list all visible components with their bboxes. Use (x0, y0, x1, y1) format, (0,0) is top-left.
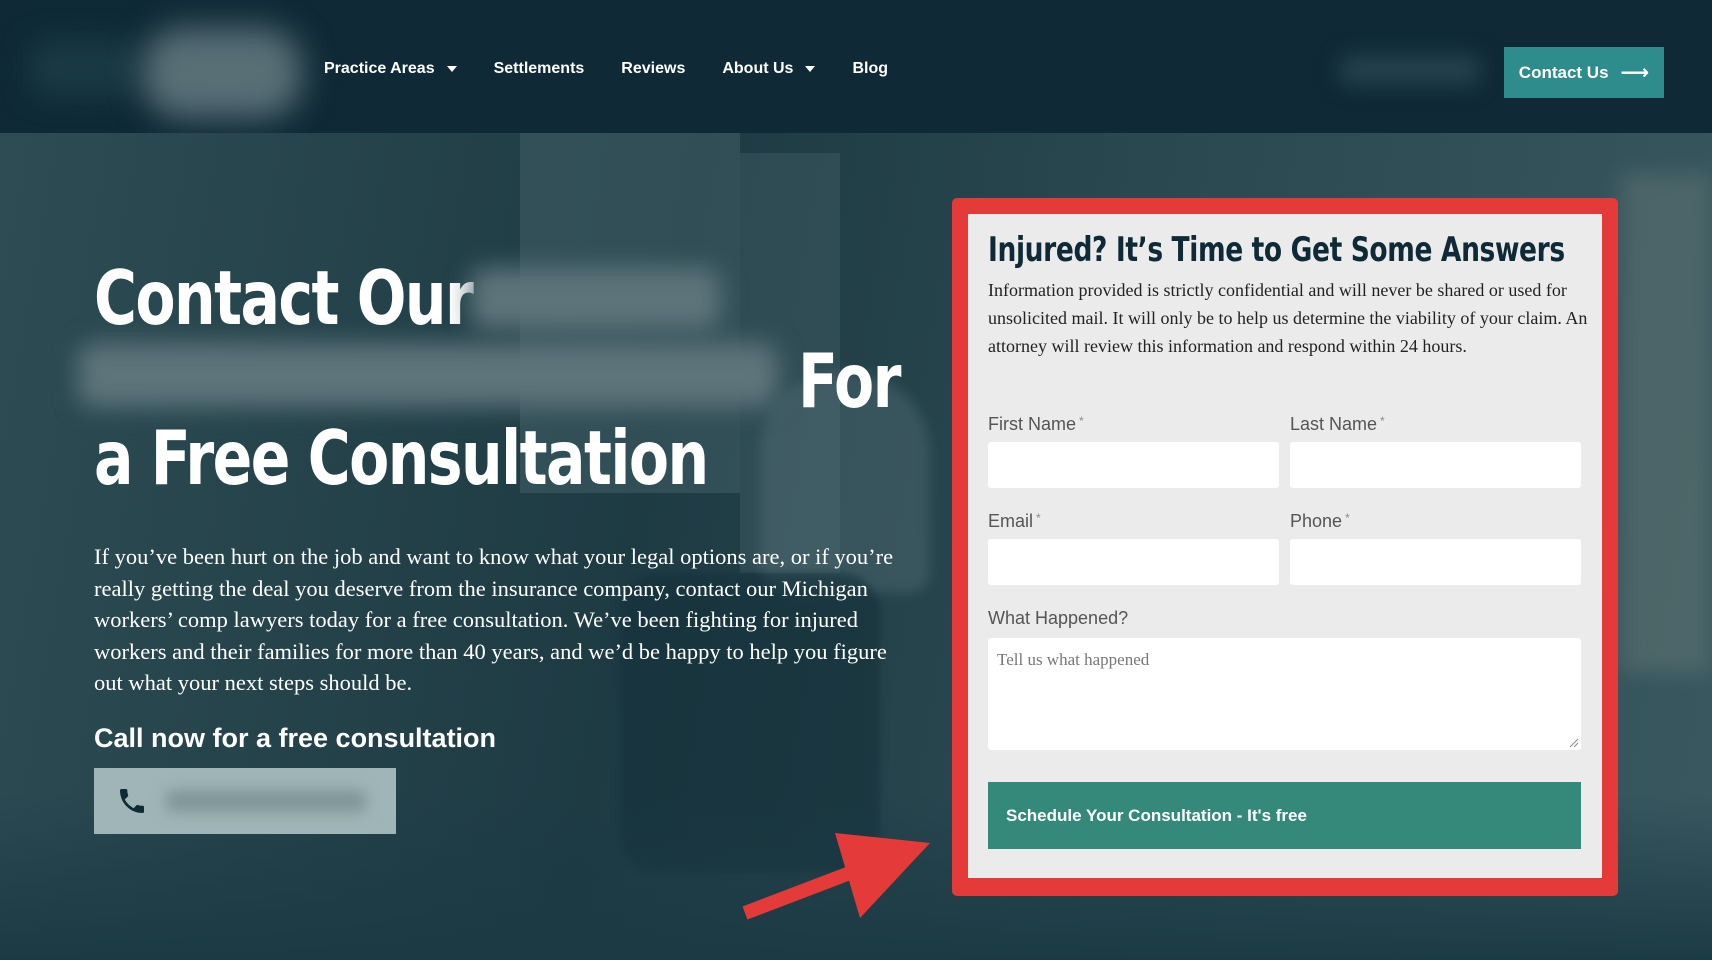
nav-item-reviews[interactable]: Reviews (621, 60, 685, 78)
email-label-text: Email (988, 511, 1034, 531)
call-now-heading: Call now for a free consultation (94, 723, 497, 753)
required-marker: * (1380, 414, 1385, 428)
last-name-label: Last Name * (1290, 414, 1385, 435)
nav-item-blog[interactable]: Blog (852, 60, 888, 78)
first-name-label: First Name * (988, 414, 1084, 435)
chevron-down-icon (805, 66, 816, 72)
blurred-heading-text (470, 268, 720, 330)
required-marker: * (1345, 511, 1350, 525)
last-name-input[interactable] (1290, 442, 1581, 488)
what-happened-textarea[interactable] (988, 638, 1581, 750)
nav-item-label: Reviews (621, 60, 686, 77)
nav-item-label: Blog (852, 60, 888, 77)
blurred-phone-number (166, 790, 366, 812)
main-nav: Practice Areas Settlements Reviews About… (324, 60, 925, 78)
red-arrow-annotation (742, 833, 930, 920)
schedule-consultation-button[interactable]: Schedule Your Consultation - It's free (988, 782, 1581, 849)
site-header: Practice Areas Settlements Reviews About… (0, 0, 1712, 133)
email-label: Email * (988, 511, 1041, 532)
phone-label: Phone * (1290, 511, 1350, 532)
nav-item-label: Settlements (493, 60, 585, 77)
nav-item-practice-areas[interactable]: Practice Areas (324, 60, 457, 78)
first-name-input[interactable] (988, 442, 1279, 488)
background-right-figure (1620, 173, 1712, 673)
consultation-form: Injured? It’s Time to Get Some Answers I… (968, 214, 1602, 878)
required-marker: * (1079, 414, 1084, 428)
required-marker: * (1036, 511, 1041, 525)
contact-us-button[interactable]: Contact Us ⟶ (1504, 47, 1664, 98)
what-happened-label: What Happened? (988, 608, 1129, 628)
blurred-phone-number (1340, 55, 1480, 85)
email-input[interactable] (988, 539, 1279, 585)
chevron-down-icon (446, 66, 457, 72)
page-heading-line2-end: For (798, 337, 902, 425)
arrow-right-icon: ⟶ (1620, 61, 1650, 84)
hero-section: Contact Our For a Free Consultation If y… (0, 133, 1712, 960)
phone-icon (120, 789, 144, 813)
form-title: Injured? It’s Time to Get Some Answers (988, 230, 1565, 270)
blurred-heading-text (78, 343, 778, 407)
nav-item-settlements[interactable]: Settlements (494, 60, 585, 78)
page-heading-line1: Contact Our (94, 254, 474, 342)
last-name-label-text: Last Name (1290, 414, 1378, 434)
first-name-label-text: First Name (988, 414, 1077, 434)
phone-label-text: Phone (1290, 511, 1343, 531)
site-logo[interactable] (30, 20, 302, 120)
phone-call-button[interactable] (94, 768, 396, 834)
nav-item-label: Practice Areas (324, 60, 435, 77)
form-description: Information provided is strictly confide… (988, 280, 1588, 356)
page-heading-line3: a Free Consultation (94, 414, 709, 502)
intro-paragraph: If you’ve been hurt on the job and want … (94, 544, 894, 695)
phone-input[interactable] (1290, 539, 1581, 585)
contact-us-label: Contact Us (1518, 62, 1609, 82)
resize-handle-icon[interactable] (1569, 738, 1579, 748)
nav-item-about-us[interactable]: About Us (722, 60, 816, 78)
nav-item-label: About Us (722, 60, 794, 77)
